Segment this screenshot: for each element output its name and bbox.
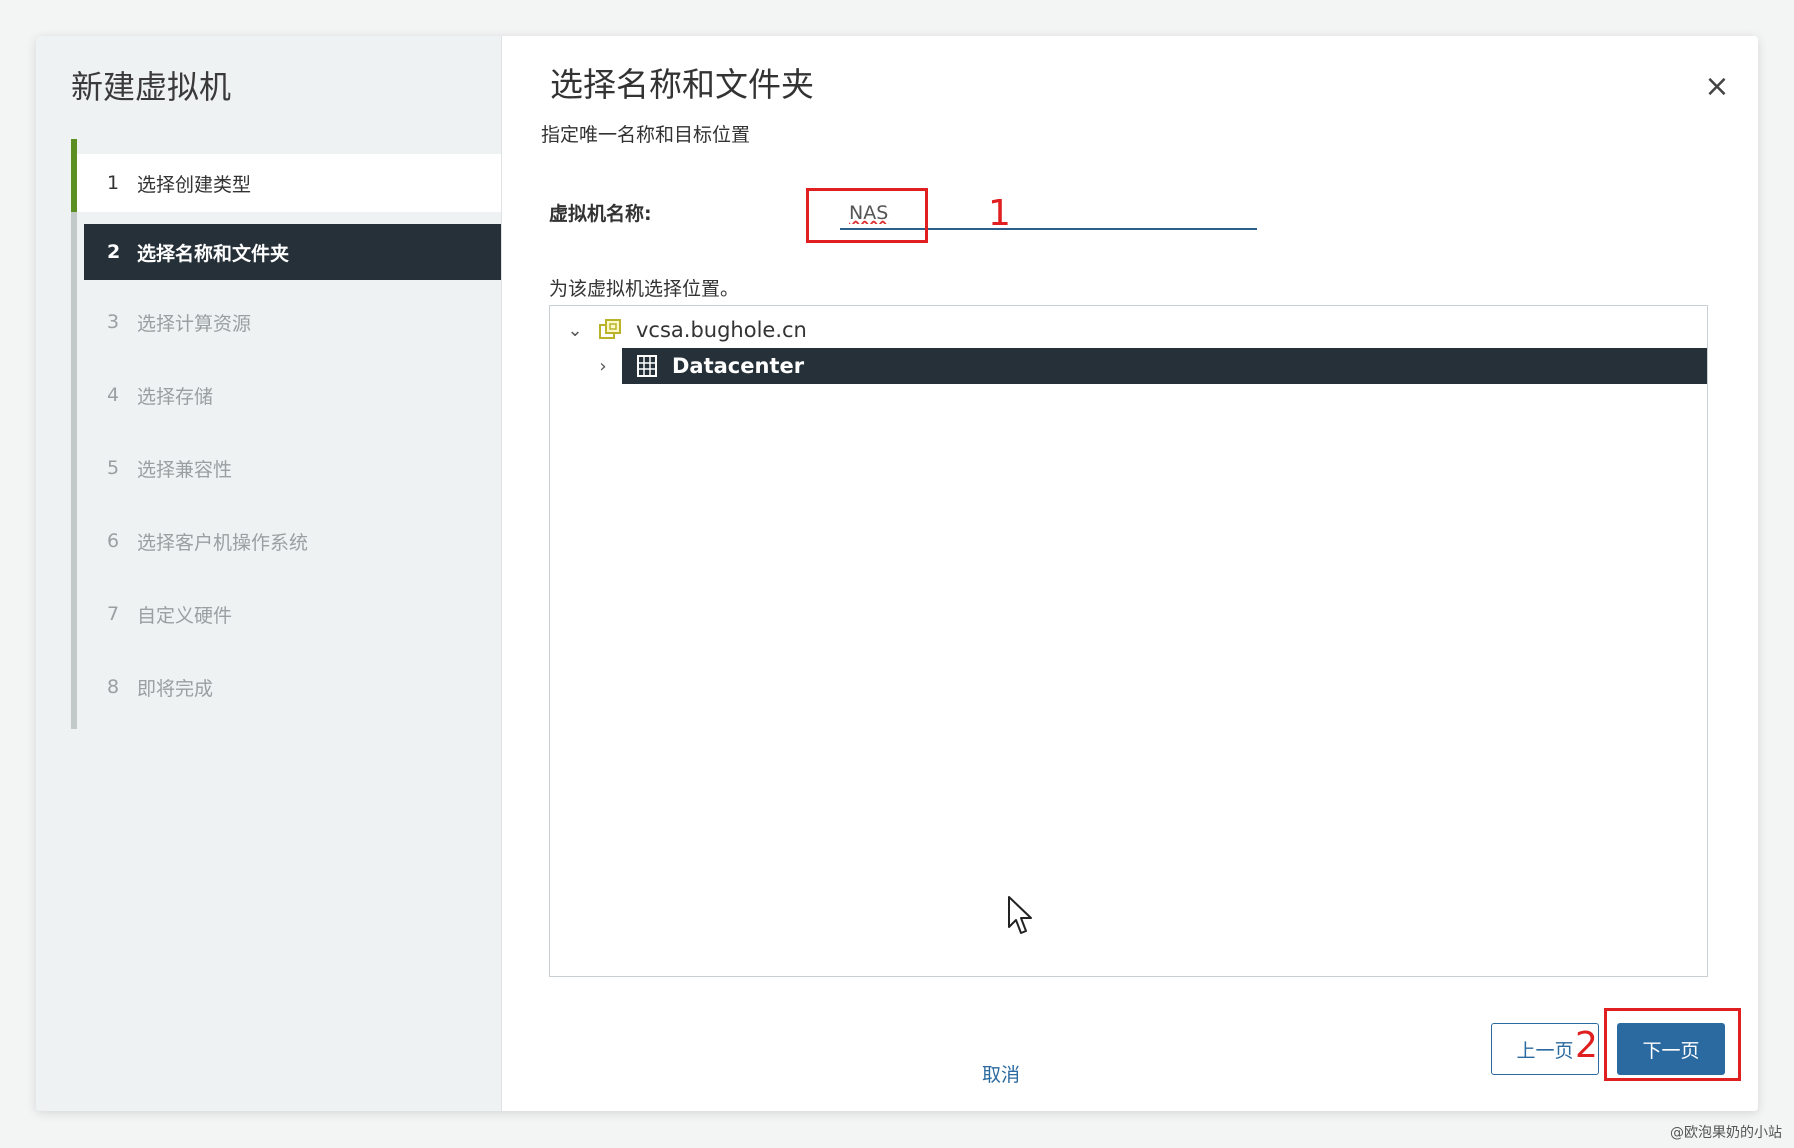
- step-7-customize-hardware: 7 自定义硬件: [107, 603, 233, 627]
- chevron-right-icon[interactable]: ›: [592, 356, 614, 377]
- step-1-select-creation-type[interactable]: 1 选择创建类型: [77, 154, 501, 212]
- mouse-cursor-icon: [1007, 895, 1035, 941]
- page-title: 选择名称和文件夹: [550, 65, 814, 104]
- tree-item-vcenter[interactable]: ⌄ vcsa.bughole.cn: [564, 312, 807, 348]
- step-2-select-name-folder[interactable]: 2 选择名称和文件夹: [84, 224, 501, 280]
- step-3-select-compute-resource: 3 选择计算资源: [107, 311, 252, 335]
- step-4-select-storage: 4 选择存储: [107, 384, 214, 408]
- tree-item-datacenter-label: Datacenter: [672, 354, 805, 378]
- chevron-down-icon[interactable]: ⌄: [564, 320, 586, 341]
- annotation-box-2: [1604, 1008, 1741, 1081]
- vm-name-label: 虚拟机名称:: [549, 203, 652, 225]
- page-subtitle: 指定唯一名称和目标位置: [541, 124, 751, 146]
- step-6-select-guest-os: 6 选择客户机操作系统: [107, 530, 309, 554]
- annotation-marker-2: 2: [1575, 1025, 1598, 1066]
- tree-item-datacenter[interactable]: › Datacenter: [592, 348, 1707, 384]
- tree-item-datacenter-selected[interactable]: Datacenter: [622, 348, 1707, 384]
- annotation-marker-1: 1: [988, 193, 1011, 234]
- datacenter-icon: [632, 352, 662, 380]
- step-8-ready-to-complete: 8 即将完成: [107, 676, 214, 700]
- wizard-title: 新建虚拟机: [71, 68, 232, 106]
- close-icon[interactable]: ×: [1702, 72, 1732, 102]
- wizard-content: 选择名称和文件夹 指定唯一名称和目标位置 × 虚拟机名称: 1 为该虚拟机选择位…: [501, 36, 1758, 1111]
- vcenter-icon: [596, 316, 626, 344]
- watermark: @欧泡果奶的小站: [1670, 1125, 1782, 1141]
- location-label: 为该虚拟机选择位置。: [549, 278, 740, 300]
- new-vm-dialog: 新建虚拟机 1 选择创建类型 2 选择名称和文件夹 3 选择计算资源 4 选择存…: [36, 36, 1758, 1111]
- cancel-button[interactable]: 取消: [951, 1047, 1051, 1099]
- tree-item-vcenter-label: vcsa.bughole.cn: [636, 318, 807, 342]
- wizard-sidebar: 新建虚拟机 1 选择创建类型 2 选择名称和文件夹 3 选择计算资源 4 选择存…: [36, 36, 502, 1111]
- location-tree: ⌄ vcsa.bughole.cn › Datacenter: [549, 305, 1708, 977]
- step-5-select-compatibility: 5 选择兼容性: [107, 457, 233, 481]
- annotation-box-1: [806, 188, 928, 243]
